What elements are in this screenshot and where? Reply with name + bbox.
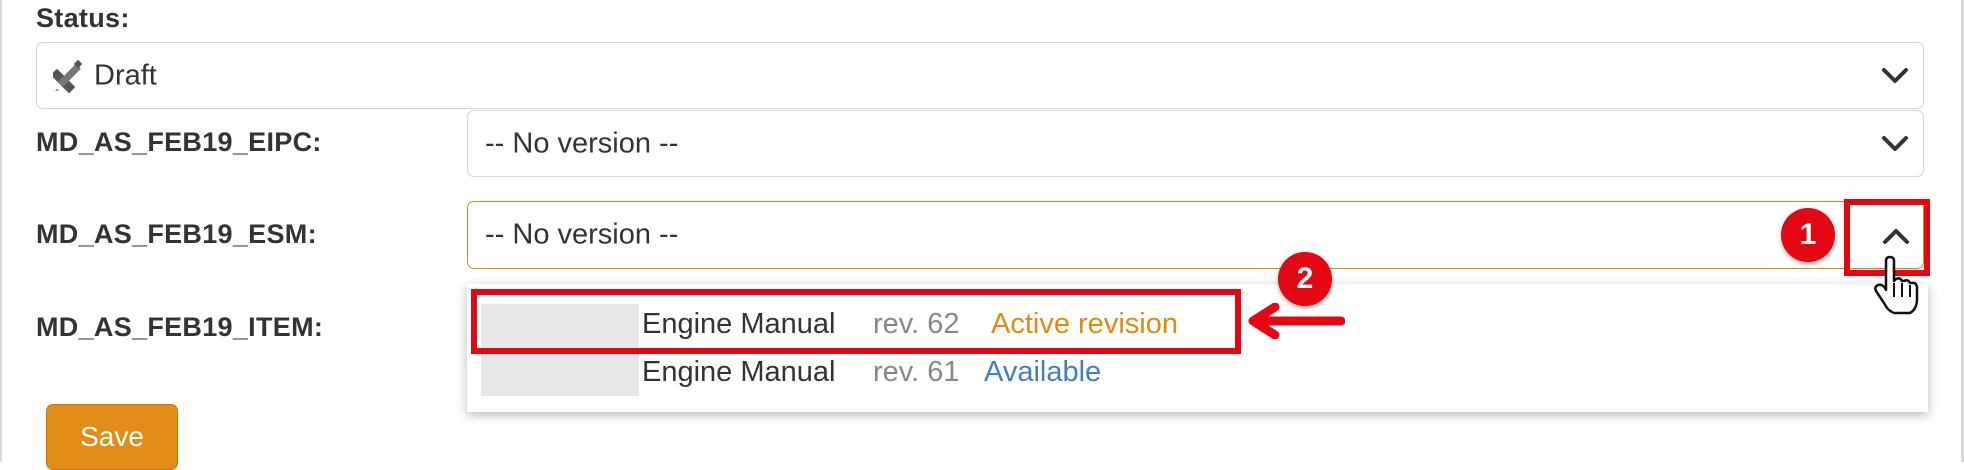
save-button[interactable]: Save <box>46 404 178 470</box>
page-border-left <box>0 0 2 462</box>
chevron-down-icon[interactable] <box>1881 67 1909 85</box>
esm-version-select[interactable]: -- No version -- <box>467 201 1924 269</box>
eipc-version-value: -- No version -- <box>485 127 679 159</box>
field-label-esm: MD_AS_FEB19_ESM: <box>36 219 317 249</box>
status-label: Status: <box>36 3 130 33</box>
callout-arrow-icon <box>1245 302 1346 344</box>
chevron-down-icon[interactable] <box>1881 135 1909 153</box>
step-badge-1: 1 <box>1781 208 1835 262</box>
field-label-item: MD_AS_FEB19_ITEM: <box>36 312 324 342</box>
field-label-eipc: MD_AS_FEB19_EIPC: <box>36 127 322 157</box>
redacted-thumbnail <box>481 352 639 396</box>
pencil-ruler-icon <box>51 59 85 101</box>
option-name: Engine Manual <box>642 356 836 388</box>
dropdown-option-rev61[interactable]: Engine Manual rev. 61 Available <box>467 348 1928 398</box>
eipc-version-select[interactable]: -- No version -- <box>467 110 1924 177</box>
callout-highlight-option <box>471 289 1241 354</box>
esm-version-value: -- No version -- <box>485 218 679 251</box>
hand-pointer-cursor-icon <box>1872 255 1920 322</box>
step-badge-2: 2 <box>1278 252 1332 306</box>
status-select[interactable]: Draft <box>36 42 1924 109</box>
option-revision: rev. 61 <box>873 356 960 388</box>
status-value: Draft <box>94 59 157 91</box>
option-status: Available <box>984 356 1102 388</box>
